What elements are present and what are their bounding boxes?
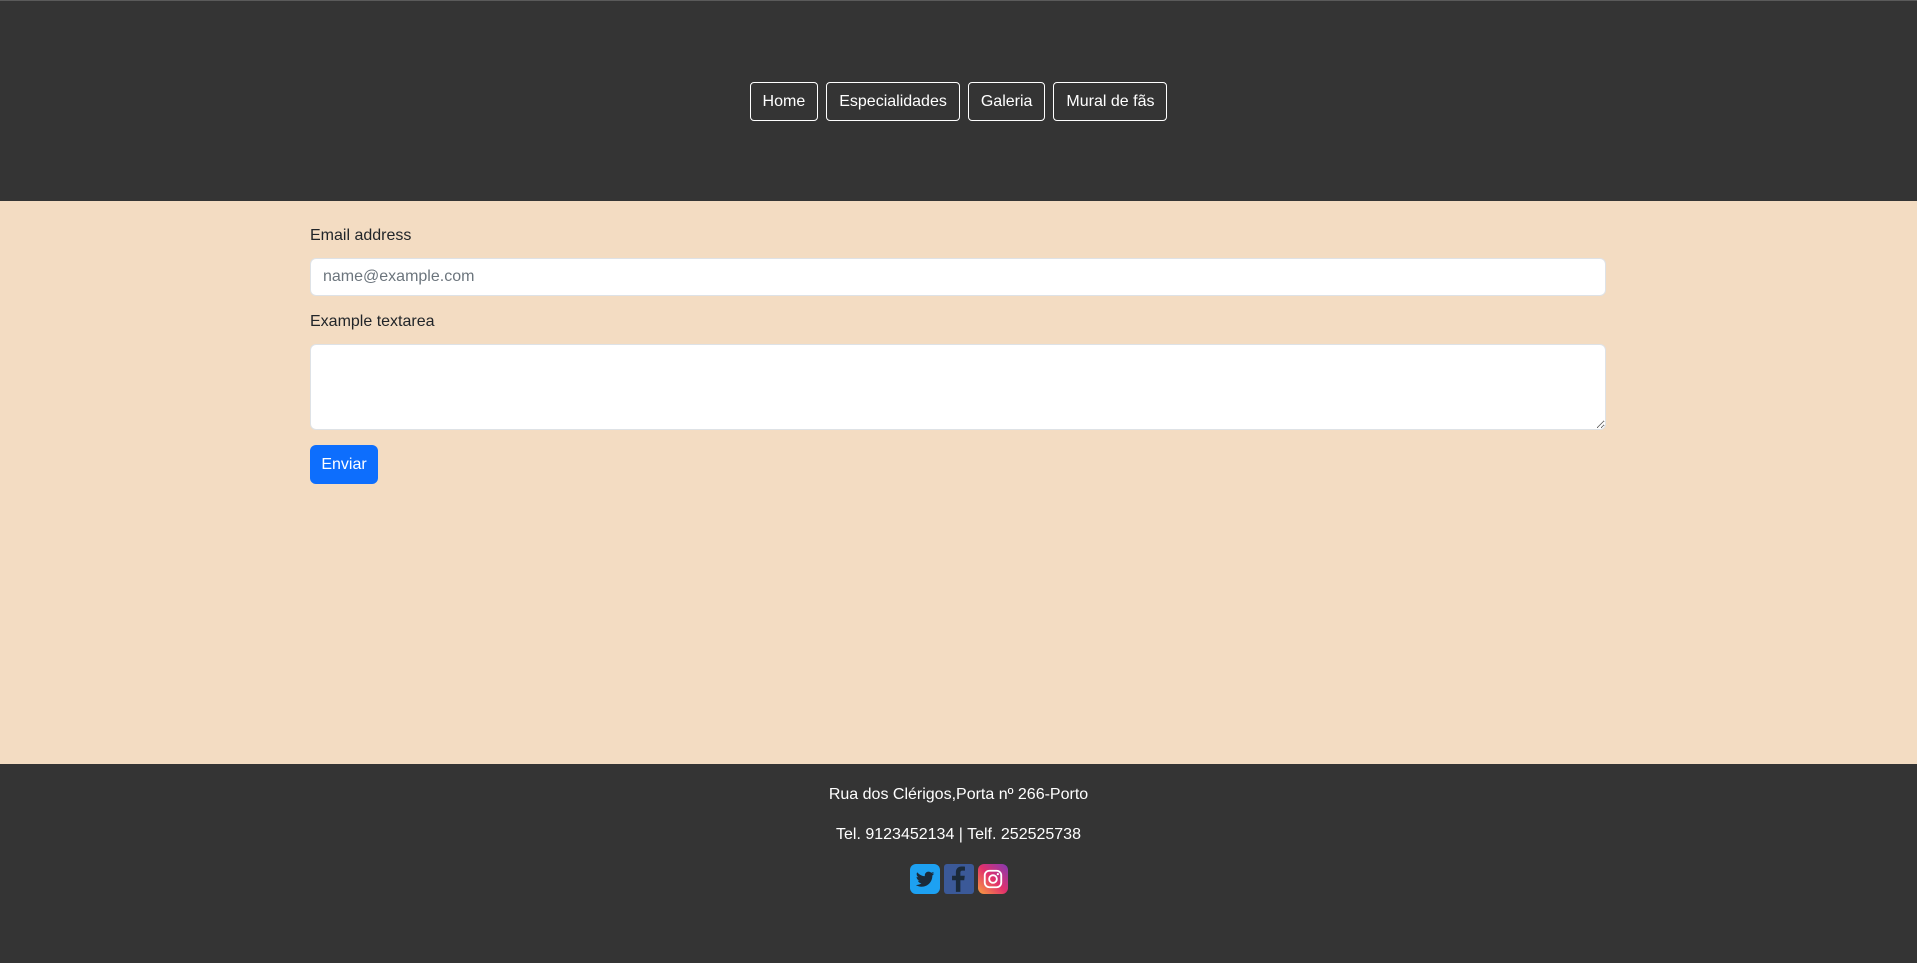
- nav-home-button[interactable]: Home: [749, 82, 819, 121]
- submit-button[interactable]: Enviar: [310, 445, 378, 484]
- footer-address: Rua dos Clérigos,Porta nº 266-Porto: [828, 786, 1089, 803]
- textarea-label: Example textarea: [310, 313, 435, 330]
- instagram-icon[interactable]: [977, 864, 1008, 894]
- nav-galeria-button[interactable]: Galeria: [967, 82, 1046, 121]
- facebook-icon[interactable]: [943, 864, 974, 894]
- nav-especialidades-button[interactable]: Especialidades: [826, 82, 960, 121]
- message-textarea[interactable]: [310, 344, 1606, 430]
- main-nav: Home Especialidades Galeria Mural de fãs: [0, 82, 1917, 121]
- twitter-icon[interactable]: [909, 864, 940, 894]
- email-label: Email address: [310, 227, 412, 244]
- main-content: Email address Example textarea Enviar: [0, 201, 1917, 764]
- nav-mural-button[interactable]: Mural de fãs: [1053, 82, 1168, 121]
- site-footer: Rua dos Clérigos,Porta nº 266-Porto Tel.…: [0, 764, 1917, 963]
- footer-phones: Tel. 9123452134 | Telf. 252525738: [836, 826, 1081, 843]
- social-links: [0, 864, 1917, 894]
- site-header: Home Especialidades Galeria Mural de fãs: [0, 0, 1917, 201]
- email-field[interactable]: [310, 258, 1606, 296]
